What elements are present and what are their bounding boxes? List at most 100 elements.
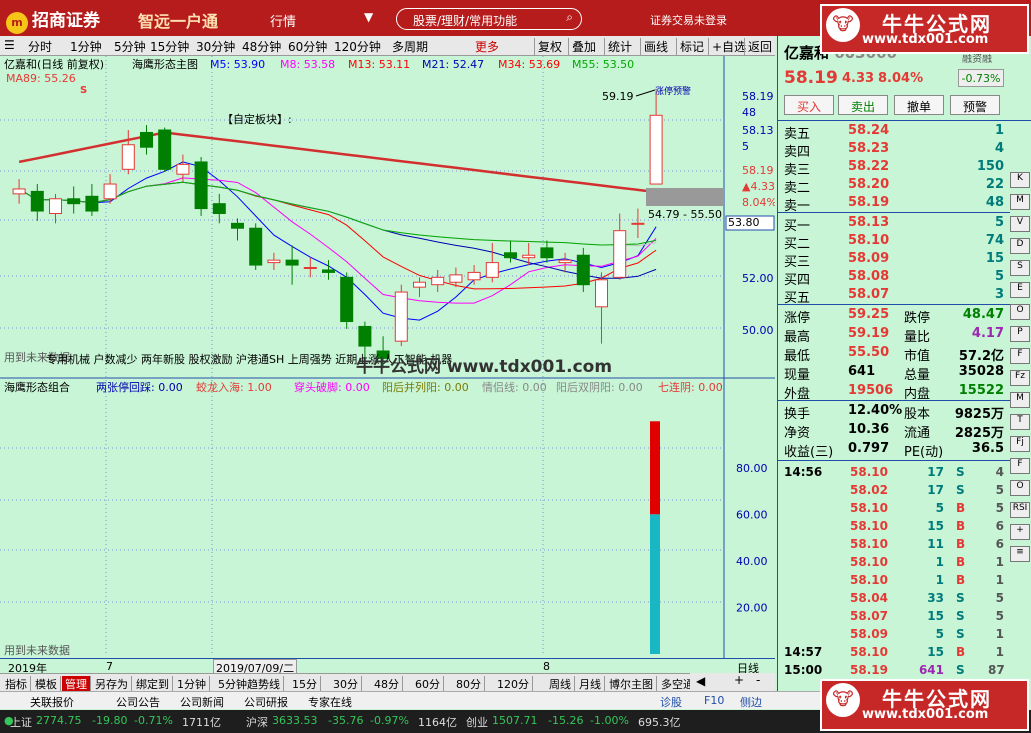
toolbar-btn-4[interactable]: 标记 (676, 38, 704, 55)
indicator-tab-15[interactable]: 博尔主图 (606, 676, 657, 692)
side-tool-10-icon[interactable]: M (1010, 392, 1030, 408)
status-right-1[interactable]: F10 (704, 694, 724, 707)
menu-quote[interactable]: 行情 (270, 11, 296, 30)
index-pct-0: -0.71% (134, 714, 173, 727)
dropdown-arrow-icon[interactable]: ▼ (364, 10, 373, 24)
indicator-tab-1[interactable]: 模板 (32, 676, 61, 692)
side-tool-0-icon[interactable]: K (1010, 172, 1030, 188)
toolbar-btn-2[interactable]: 统计 (604, 38, 632, 55)
period-9[interactable]: 更多 (475, 38, 499, 55)
side-tool-14-icon[interactable]: O (1010, 480, 1030, 496)
asks-row[interactable]: 卖一 58.19 48 (784, 195, 1024, 214)
sound-icon[interactable]: ● (4, 714, 14, 727)
bids-row[interactable]: 买三 58.09 15 (784, 251, 1024, 270)
toolbar-btn-6[interactable]: 返回 (744, 38, 772, 55)
side-tool-16-icon[interactable]: + (1010, 524, 1030, 540)
side-tool-5-icon[interactable]: E (1010, 282, 1030, 298)
indicator-tab-12[interactable]: 120分 (494, 676, 533, 692)
chart-area[interactable]: 亿嘉和(日线 前复权) 海鹰形态主图 M5: 53.90 M8: 53.58 M13: … (0, 56, 777, 658)
tick-side: S (956, 627, 965, 641)
indicator-tab-7[interactable]: 15分 (289, 676, 321, 692)
search-icon[interactable]: ⌕ (566, 10, 573, 25)
period-3[interactable]: 15分钟 (150, 38, 189, 55)
side-tool-7-icon[interactable]: P (1010, 326, 1030, 342)
zoom-in-icon[interactable]: + (734, 673, 744, 687)
period-0[interactable]: 分时 (28, 38, 52, 55)
period-1[interactable]: 1分钟 (70, 38, 102, 55)
side-tool-13-icon[interactable]: F (1010, 458, 1030, 474)
side-tool-9-icon[interactable]: Fz (1010, 370, 1030, 386)
asks-row[interactable]: 卖五 58.24 1 (784, 123, 1024, 142)
status-link-3[interactable]: 公司研报 (244, 694, 288, 710)
indicator-tab-5[interactable]: 1分钟 (174, 676, 210, 692)
candle-body (485, 262, 499, 278)
status-link-1[interactable]: 公司公告 (116, 694, 160, 710)
status-right-2[interactable]: 侧边 (740, 694, 762, 710)
side-tool-11-icon[interactable]: T (1010, 414, 1030, 430)
zoom-out-icon[interactable]: - (756, 673, 760, 687)
stat-value: 59.19 (848, 326, 890, 341)
asks-row[interactable]: 卖二 58.20 22 (784, 177, 1024, 196)
toolbar-btn-0[interactable]: 复权 (534, 38, 562, 55)
indicator-tab-3[interactable]: 另存为 (92, 676, 132, 692)
toolbar-btn-5[interactable]: +自选 (708, 38, 746, 55)
tick-row: 58.07 15 S 5 (784, 609, 1024, 627)
status-link-4[interactable]: 专家在线 (308, 694, 352, 710)
indicator-tab-6[interactable]: 5分钟趋势线 (215, 676, 284, 692)
bids-row[interactable]: 买五 58.07 3 (784, 287, 1024, 306)
tick-volume: 5 (935, 627, 944, 641)
stat-row: 现量 641 总量 35028 (784, 364, 1024, 383)
asks-row[interactable]: 卖三 58.22 150 (784, 159, 1024, 178)
tick-price: 58.10 (850, 501, 888, 515)
bids-row[interactable]: 买一 58.13 5 (784, 215, 1024, 234)
period-5[interactable]: 48分钟 (242, 38, 281, 55)
status-link-2[interactable]: 公司新闻 (180, 694, 224, 710)
toolbar-btn-1[interactable]: 叠加 (568, 38, 596, 55)
indicator-tab-0[interactable]: 指标 (2, 676, 31, 692)
side-tool-4-icon[interactable]: S (1010, 260, 1030, 276)
indicator-tab-9[interactable]: 48分 (371, 676, 403, 692)
index-name-2[interactable]: 创业 (466, 714, 488, 730)
menu-icon[interactable]: ☰ (4, 38, 15, 52)
indicator-tab-13[interactable]: 周线 (546, 676, 575, 692)
trade-button-2[interactable]: 撤单 (894, 95, 944, 115)
asks-row[interactable]: 卖四 58.23 4 (784, 141, 1024, 160)
period-6[interactable]: 60分钟 (288, 38, 327, 55)
side-tool-1-icon[interactable]: M (1010, 194, 1030, 210)
bids-price: 58.07 (848, 287, 890, 302)
indicator-tab-8[interactable]: 30分 (330, 676, 362, 692)
indicator-tab-11[interactable]: 80分 (453, 676, 485, 692)
side-tool-12-icon[interactable]: Fj (1010, 436, 1030, 452)
bids-row[interactable]: 买二 58.10 74 (784, 233, 1024, 252)
trade-button-0[interactable]: 买入 (784, 95, 834, 115)
trade-button-1[interactable]: 卖出 (838, 95, 888, 115)
index-name-1[interactable]: 沪深 (246, 714, 268, 730)
search-input[interactable]: 股票/理财/常用功能 ⌕ (396, 8, 582, 30)
side-tool-3-icon[interactable]: D (1010, 238, 1030, 254)
indicator-tab-10[interactable]: 60分 (412, 676, 444, 692)
toolbar-btn-3[interactable]: 画线 (640, 38, 668, 55)
scroll-left-icon[interactable]: ◀ (696, 674, 705, 688)
status-link-0[interactable]: 关联报价 (30, 694, 74, 710)
divider (778, 460, 1010, 461)
indicator-tab-4[interactable]: 绑定到 (133, 676, 173, 692)
period-4[interactable]: 30分钟 (196, 38, 235, 55)
kline-chart[interactable]: 亿嘉和(日线 前复权) 海鹰形态主图 M5: 53.90 M8: 53.58 M13: … (0, 56, 777, 658)
period-2[interactable]: 5分钟 (114, 38, 146, 55)
side-tool-6-icon[interactable]: O (1010, 304, 1030, 320)
period-7[interactable]: 120分钟 (334, 38, 381, 55)
slogan: 智远一户通 (138, 12, 219, 31)
account-status[interactable]: 证券交易未登录 (650, 12, 727, 28)
ma-label-4: M34: 53.69 (498, 58, 560, 71)
period-8[interactable]: 多周期 (392, 38, 428, 55)
indicator-tab-14[interactable]: 月线 (576, 676, 605, 692)
status-right-0[interactable]: 诊股 (660, 694, 682, 710)
side-tool-15-icon[interactable]: RSI (1010, 502, 1030, 518)
side-tool-2-icon[interactable]: V (1010, 216, 1030, 232)
trade-button-3[interactable]: 预警 (950, 95, 1000, 115)
side-tool-17-icon[interactable]: ≡ (1010, 546, 1030, 562)
side-tool-8-icon[interactable]: F (1010, 348, 1030, 364)
bids-row[interactable]: 买四 58.08 5 (784, 269, 1024, 288)
stat-value: 2825万 (954, 426, 1004, 441)
indicator-tab-2[interactable]: 管理 (62, 676, 91, 692)
